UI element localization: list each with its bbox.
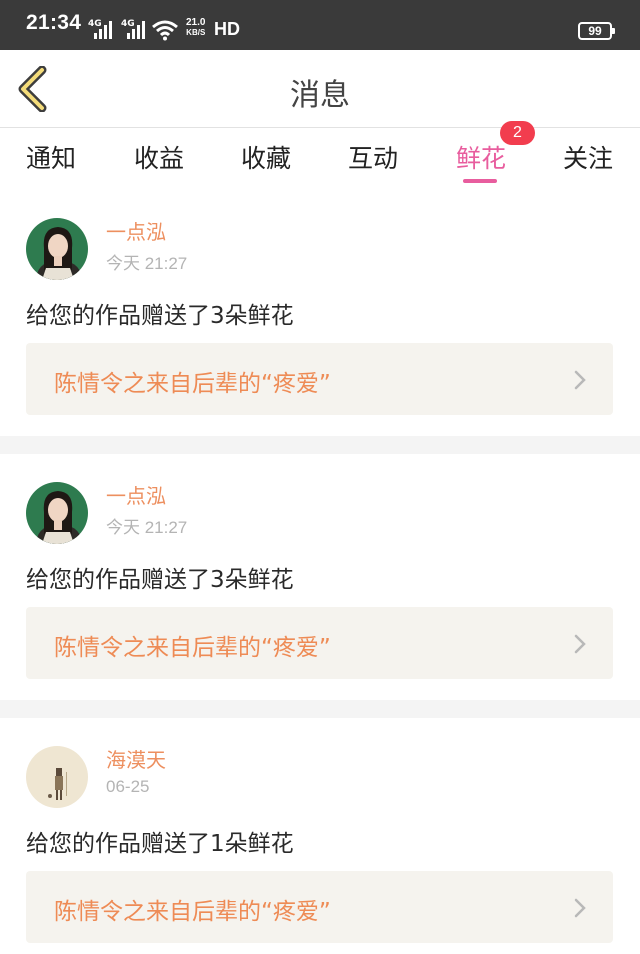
work-link[interactable]: 陈情令之来自后辈的“疼爱” — [26, 607, 613, 679]
user-avatar-image — [26, 746, 88, 808]
user-avatar-image — [26, 482, 88, 544]
avatar[interactable] — [26, 482, 88, 544]
status-bar: 21:34 4G 4G 21.0 KB/S HD 99 — [0, 0, 640, 50]
sender-name[interactable]: 一点泓 — [106, 480, 166, 509]
chevron-right-icon — [574, 634, 586, 654]
tab-earnings[interactable]: 收益 — [134, 139, 184, 175]
message-item: 一点泓 今天 21:27 给您的作品赠送了3朵鲜花 陈情令之来自后辈的“疼爱” — [0, 454, 640, 700]
work-link[interactable]: 陈情令之来自后辈的“疼爱” — [26, 343, 613, 415]
message-time: 今天 21:27 — [106, 518, 188, 537]
signal-icon — [94, 21, 112, 39]
tab-following[interactable]: 关注 — [563, 139, 613, 175]
message-item: 一点泓 今天 21:27 给您的作品赠送了3朵鲜花 陈情令之来自后辈的“疼爱” — [0, 190, 640, 436]
active-tab-indicator — [463, 179, 497, 183]
sender-name[interactable]: 海漠天 — [106, 744, 166, 773]
avatar[interactable] — [26, 746, 88, 808]
tab-bar: 通知 收益 收藏 互动 鲜花 关注 — [0, 129, 640, 189]
hd-indicator: HD — [214, 19, 240, 39]
work-title: 陈情令之来自后辈的“疼爱” — [54, 899, 331, 925]
message-text: 给您的作品赠送了3朵鲜花 — [26, 567, 294, 593]
chevron-right-icon — [574, 370, 586, 390]
message-time: 今天 21:27 — [106, 254, 188, 273]
message-text: 给您的作品赠送了1朵鲜花 — [26, 831, 294, 857]
message-text: 给您的作品赠送了3朵鲜花 — [26, 303, 294, 329]
tab-flowers[interactable]: 鲜花 — [456, 139, 506, 175]
unread-badge: 2 — [500, 121, 535, 145]
network-speed: 21.0 KB/S — [186, 17, 206, 38]
section-divider — [0, 700, 640, 718]
work-title: 陈情令之来自后辈的“疼爱” — [54, 371, 331, 397]
wifi-icon — [152, 20, 178, 41]
section-divider — [0, 436, 640, 454]
work-title: 陈情令之来自后辈的“疼爱” — [54, 635, 331, 661]
user-avatar-image — [26, 218, 88, 280]
tab-favorites[interactable]: 收藏 — [241, 139, 291, 175]
work-link[interactable]: 陈情令之来自后辈的“疼爱” — [26, 871, 613, 943]
tab-notifications[interactable]: 通知 — [26, 139, 76, 175]
message-time: 06-25 — [106, 777, 150, 796]
status-time: 21:34 — [26, 11, 82, 34]
page-title: 消息 — [290, 78, 350, 113]
sender-name[interactable]: 一点泓 — [106, 216, 166, 245]
avatar[interactable] — [26, 218, 88, 280]
message-item: 海漠天 06-25 给您的作品赠送了1朵鲜花 陈情令之来自后辈的“疼爱” — [0, 718, 640, 954]
app-header: 消息 — [0, 50, 640, 128]
chevron-right-icon — [574, 898, 586, 918]
tab-interactions[interactable]: 互动 — [348, 139, 398, 175]
battery-icon: 99 — [578, 22, 615, 40]
signal-icon-2 — [127, 21, 145, 39]
